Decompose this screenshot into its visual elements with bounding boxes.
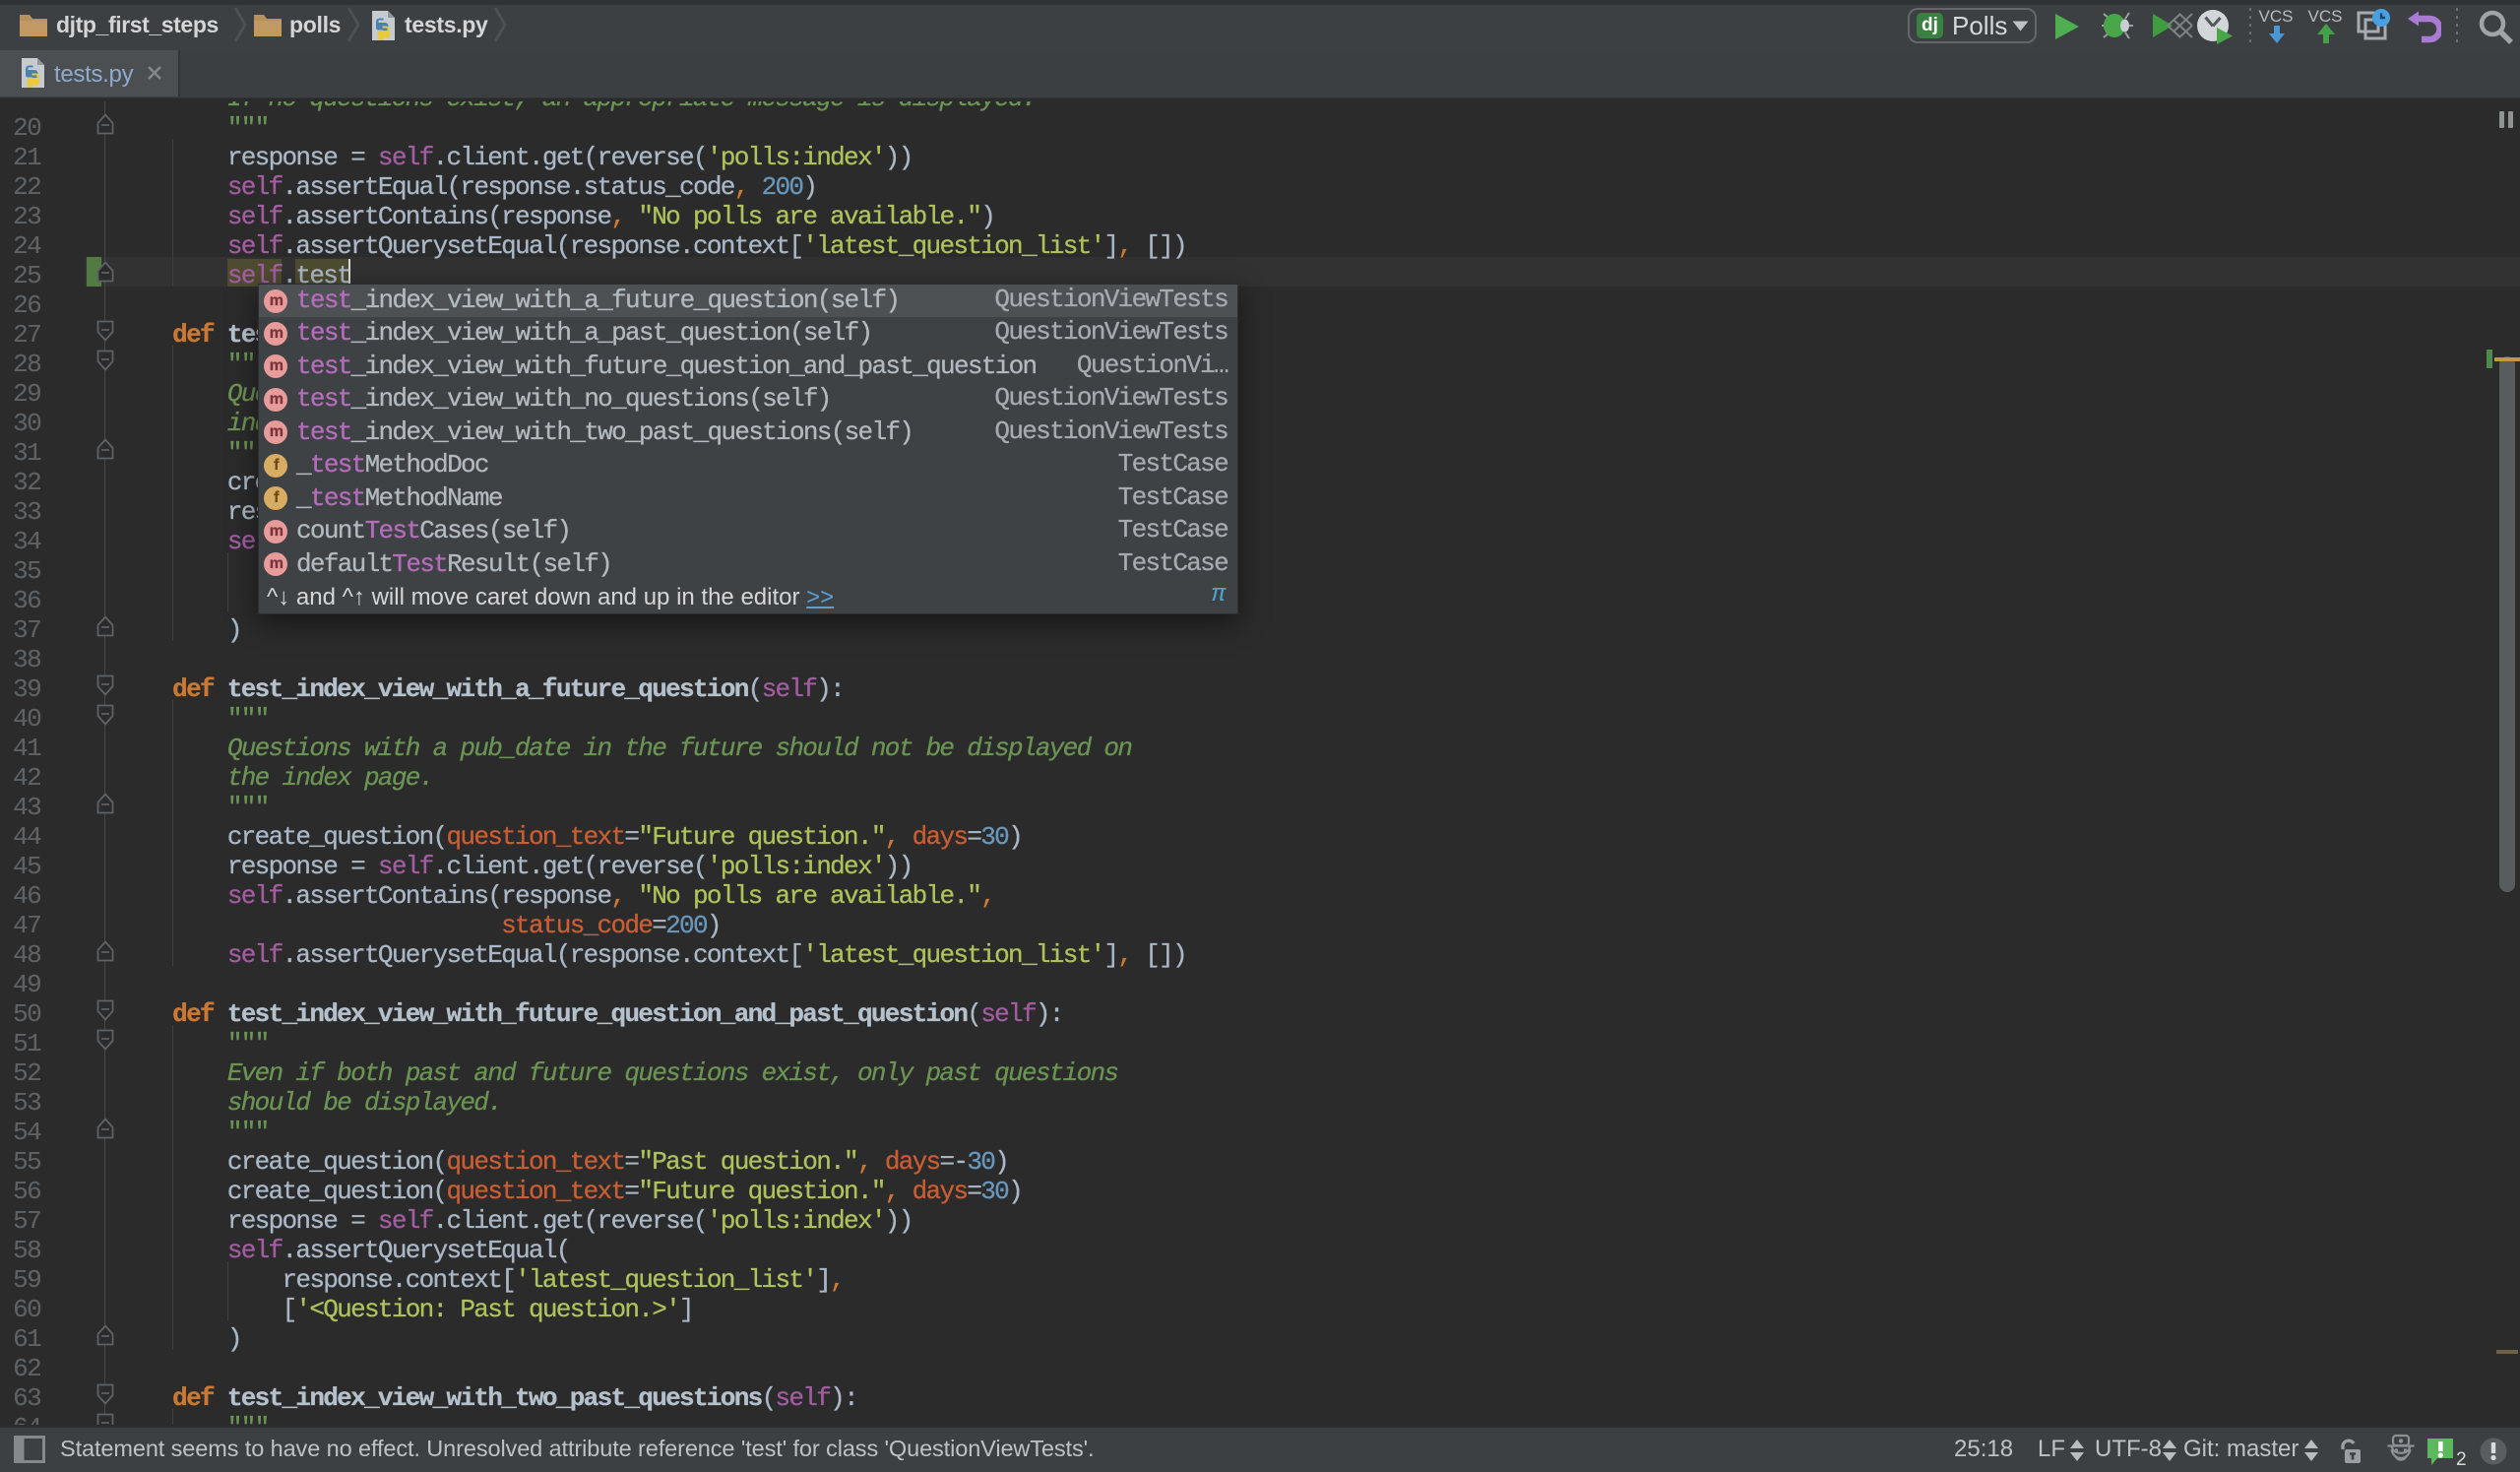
- svg-text:2: 2: [2456, 1449, 2466, 1467]
